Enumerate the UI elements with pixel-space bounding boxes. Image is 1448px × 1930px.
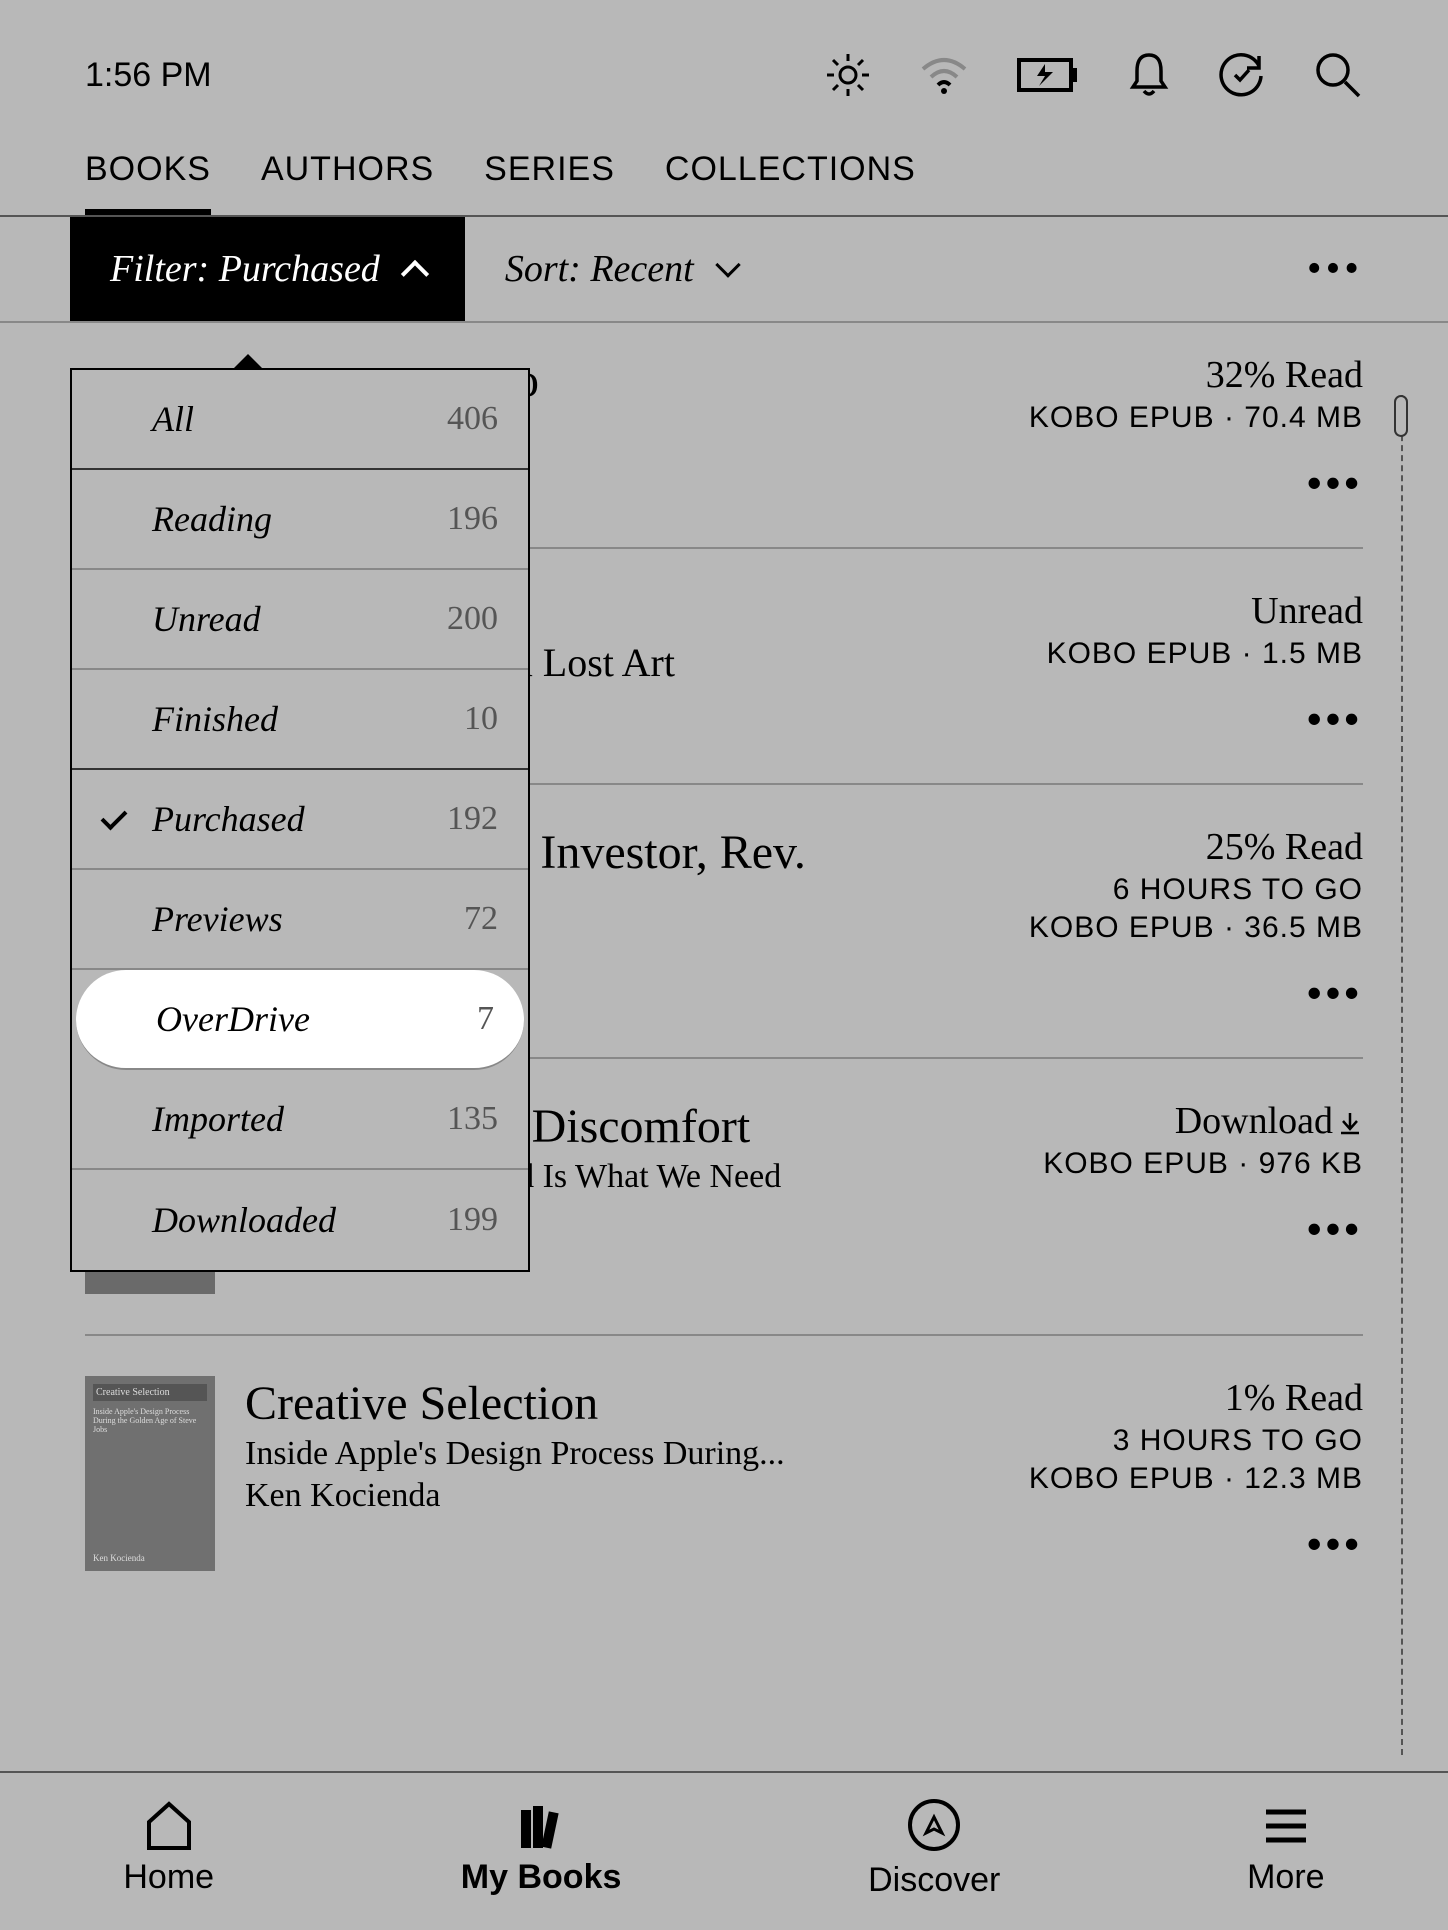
book-title: o	[515, 353, 993, 408]
chevron-down-icon	[715, 252, 740, 277]
filter-option-count: 196	[447, 500, 498, 538]
nav-label: My Books	[461, 1858, 622, 1897]
sort-label: Sort: Recent	[505, 247, 694, 291]
filter-option-downloaded[interactable]: Downloaded 199	[72, 1170, 528, 1270]
sort-button[interactable]: Sort: Recent	[465, 217, 777, 321]
filter-option-count: 200	[447, 600, 498, 638]
filter-dropdown: All 406 Reading 196 Unread 200 Finished …	[70, 368, 530, 1272]
filter-option-finished[interactable]: Finished 10	[72, 670, 528, 770]
nav-label: More	[1247, 1858, 1324, 1897]
book-row[interactable]: Creative Selection Inside Apple's Design…	[85, 1336, 1363, 1611]
filter-option-label: Unread	[152, 598, 447, 640]
filter-label: Filter: Purchased	[110, 247, 380, 291]
filter-option-reading[interactable]: Reading 196	[72, 470, 528, 570]
filter-option-count: 192	[447, 800, 498, 838]
book-format: KOBO EPUB · 70.4 MB	[1023, 401, 1363, 435]
book-actions-button[interactable]: •••	[1023, 459, 1363, 507]
status-bar: 1:56 PM	[0, 0, 1448, 120]
scrollbar-thumb[interactable]	[1394, 395, 1408, 437]
book-status: 32% Read	[1023, 353, 1363, 397]
filter-option-label: Downloaded	[152, 1199, 447, 1241]
filter-option-count: 135	[447, 1100, 498, 1138]
check-icon	[101, 803, 128, 830]
filter-button[interactable]: Filter: Purchased	[70, 217, 465, 321]
filter-option-imported[interactable]: Imported 135	[72, 1070, 528, 1170]
more-options-button[interactable]: •••	[1307, 245, 1363, 293]
download-icon	[1337, 1099, 1363, 1143]
book-actions-button[interactable]: •••	[1023, 969, 1363, 1017]
book-status: 1% Read	[1023, 1376, 1363, 1420]
nav-label: Discover	[868, 1861, 1000, 1900]
battery-icon	[1017, 58, 1079, 92]
filter-option-label: All	[152, 398, 447, 440]
book-subtitle: Inside Apple's Design Process During...	[245, 1435, 993, 1473]
book-time: 6 HOURS TO GO	[1023, 873, 1363, 907]
category-tabs: BOOKS AUTHORS SERIES COLLECTIONS	[0, 120, 1448, 215]
book-actions-button[interactable]: •••	[1023, 1520, 1363, 1568]
nav-home[interactable]: Home	[123, 1800, 214, 1897]
compass-icon	[906, 1797, 962, 1853]
home-icon	[141, 1800, 197, 1850]
nav-more[interactable]: More	[1247, 1800, 1324, 1897]
filter-option-count: 10	[464, 700, 498, 738]
book-format: KOBO EPUB · 12.3 MB	[1023, 1462, 1363, 1496]
search-icon[interactable]	[1313, 50, 1363, 100]
tab-series[interactable]: SERIES	[484, 150, 615, 215]
filter-option-label: Purchased	[152, 798, 447, 840]
book-status[interactable]: Download	[1023, 1099, 1363, 1143]
tab-collections[interactable]: COLLECTIONS	[665, 150, 916, 215]
bottom-nav: Home My Books Discover More	[0, 1771, 1448, 1930]
filter-option-label: Previews	[152, 898, 464, 940]
book-status: Unread	[1023, 589, 1363, 633]
bell-icon[interactable]	[1127, 51, 1171, 99]
sync-icon[interactable]	[1219, 52, 1265, 98]
status-icons	[825, 50, 1363, 100]
book-format: KOBO EPUB · 1.5 MB	[1023, 637, 1363, 671]
book-status: 25% Read	[1023, 825, 1363, 869]
book-author: Ken Kocienda	[245, 1477, 993, 1515]
books-icon	[513, 1800, 569, 1850]
filter-sort-bar: Filter: Purchased Sort: Recent •••	[0, 215, 1448, 323]
scrollbar-track	[1401, 395, 1403, 1755]
filter-option-count: 199	[447, 1201, 498, 1239]
book-title: Creative Selection	[245, 1376, 993, 1431]
filter-option-label: OverDrive	[156, 998, 477, 1040]
book-format: KOBO EPUB · 36.5 MB	[1023, 911, 1363, 945]
filter-option-count: 72	[464, 900, 498, 938]
filter-option-purchased[interactable]: Purchased 192	[72, 770, 528, 870]
nav-discover[interactable]: Discover	[868, 1797, 1000, 1900]
book-title: t Investor, Rev.	[515, 825, 993, 880]
tab-authors[interactable]: AUTHORS	[261, 150, 434, 215]
wifi-icon[interactable]	[919, 55, 969, 95]
brightness-icon[interactable]	[825, 52, 871, 98]
filter-option-label: Finished	[152, 698, 464, 740]
nav-mybooks[interactable]: My Books	[461, 1800, 622, 1897]
filter-option-unread[interactable]: Unread 200	[72, 570, 528, 670]
book-time: 3 HOURS TO GO	[1023, 1424, 1363, 1458]
nav-label: Home	[123, 1858, 214, 1897]
tab-books[interactable]: BOOKS	[85, 150, 211, 215]
filter-option-label: Reading	[152, 498, 447, 540]
menu-icon	[1258, 1800, 1314, 1850]
filter-option-count: 7	[477, 1000, 494, 1038]
time-label: 1:56 PM	[85, 56, 212, 95]
book-cover: Creative Selection Inside Apple's Design…	[85, 1376, 215, 1571]
filter-option-previews[interactable]: Previews 72	[72, 870, 528, 970]
filter-option-overdrive[interactable]: OverDrive 7	[76, 970, 524, 1070]
chevron-up-icon	[401, 260, 429, 288]
book-format: KOBO EPUB · 976 KB	[1023, 1147, 1363, 1181]
book-actions-button[interactable]: •••	[1023, 1205, 1363, 1253]
filter-option-all[interactable]: All 406	[72, 370, 528, 470]
filter-option-count: 406	[447, 400, 498, 438]
filter-option-label: Imported	[152, 1098, 447, 1140]
book-actions-button[interactable]: •••	[1023, 695, 1363, 743]
book-subtitle: a Lost Art	[515, 639, 993, 686]
